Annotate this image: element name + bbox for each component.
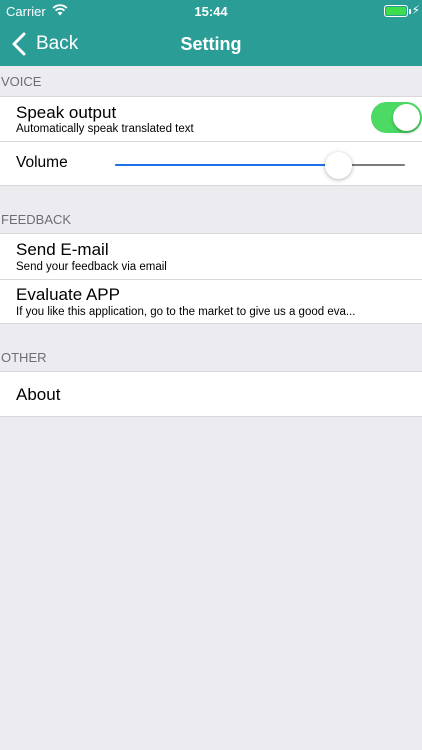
voice-group: Speak output Automatically speak transla… <box>0 96 422 186</box>
about-title: About <box>16 385 61 404</box>
other-group: About <box>0 371 422 417</box>
volume-label: Volume <box>16 154 68 171</box>
volume-slider[interactable] <box>115 152 405 179</box>
battery-icon <box>384 5 408 17</box>
section-header-feedback: FEEDBACK <box>1 212 72 227</box>
status-time: 15:44 <box>194 4 228 19</box>
section-header-other: OTHER <box>1 350 47 365</box>
speak-output-toggle[interactable] <box>371 102 422 133</box>
speak-output-row: Speak output Automatically speak transla… <box>0 97 422 141</box>
page-title: Setting <box>180 34 242 54</box>
toggle-knob <box>393 104 420 131</box>
section-header-voice: VOICE <box>1 74 42 89</box>
navigation-bar: Back Setting <box>0 22 422 66</box>
speak-output-title: Speak output <box>16 103 117 122</box>
header-bar: Carrier 15:44 ⚡ Back Setting <box>0 0 422 66</box>
status-bar: Carrier 15:44 ⚡ <box>0 0 422 22</box>
evaluate-app-subtitle: If you like this application, go to the … <box>16 306 356 318</box>
evaluate-app-row[interactable]: Evaluate APP If you like this applicatio… <box>0 279 422 323</box>
send-email-title: Send E-mail <box>16 240 109 259</box>
slider-thumb[interactable] <box>325 152 353 179</box>
feedback-group: Send E-mail Send your feedback via email… <box>0 233 422 324</box>
about-row[interactable]: About <box>0 372 422 416</box>
evaluate-app-title: Evaluate APP <box>16 285 120 304</box>
bolt-icon: ⚡ <box>411 3 420 17</box>
send-email-subtitle: Send your feedback via email <box>16 261 167 273</box>
send-email-row[interactable]: Send E-mail Send your feedback via email <box>0 234 422 279</box>
speak-output-subtitle: Automatically speak translated text <box>16 123 194 135</box>
volume-row: Volume <box>0 141 422 185</box>
slider-fill <box>115 164 339 166</box>
